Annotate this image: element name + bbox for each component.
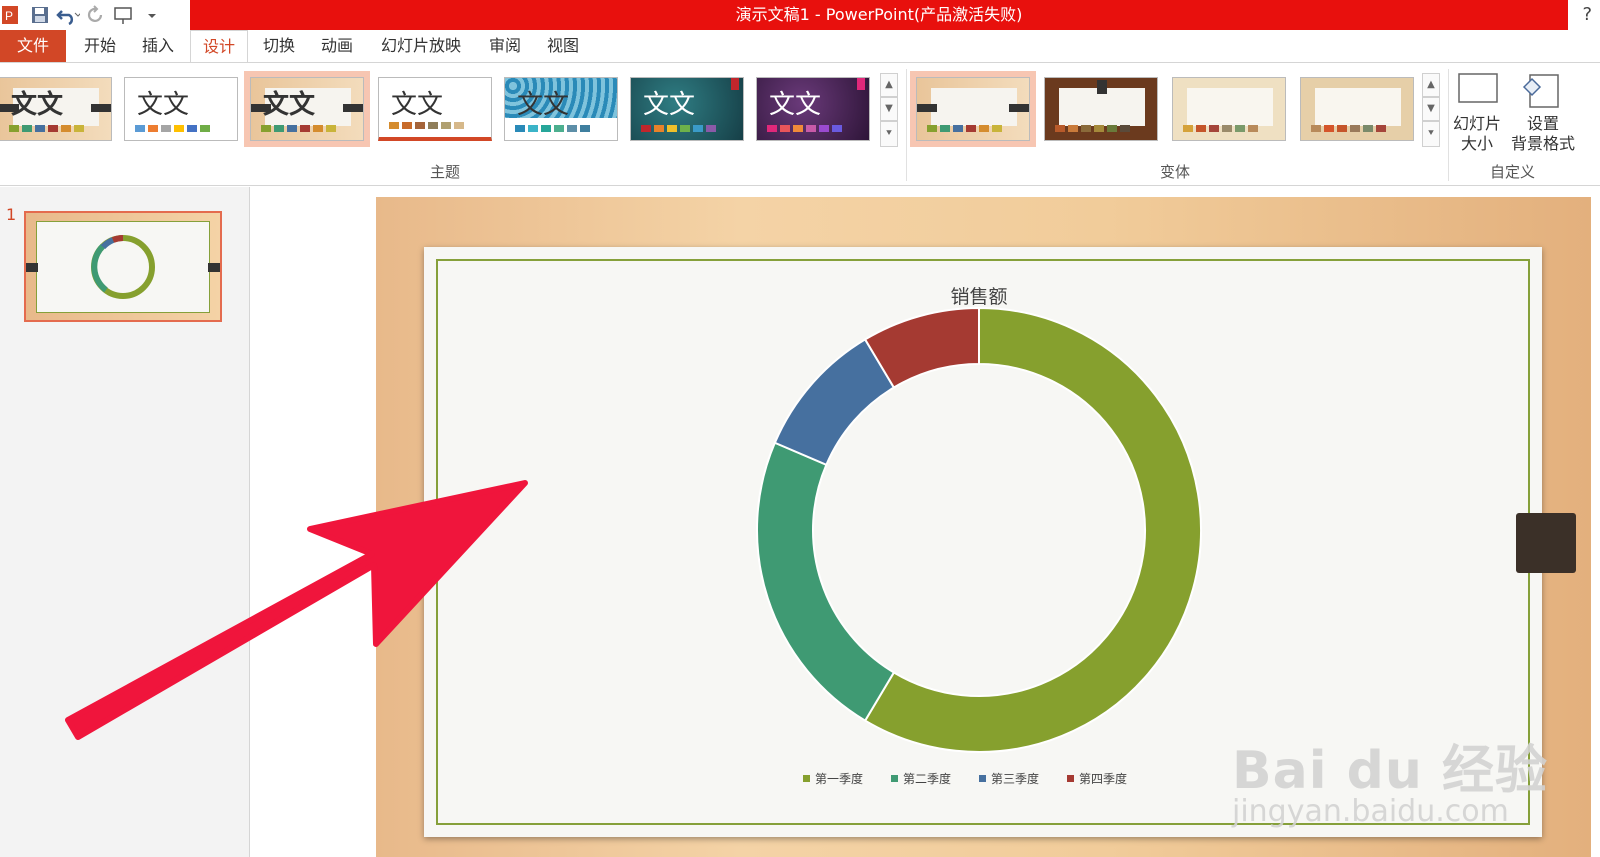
baidu-watermark: Bai du 经验 jingyan.baidu.com xyxy=(1232,728,1548,829)
theme-thumb-7[interactable]: 文文 xyxy=(756,77,870,141)
thumbnail-chart xyxy=(91,235,155,299)
window-title: 演示文稿1 - PowerPoint(产品激活失败) xyxy=(735,5,1023,24)
chart-title: 销售额 xyxy=(950,286,1007,308)
format-background-label-1: 设置 xyxy=(1526,114,1559,133)
ribbon: 文文 文文 文文 文文 文文 文文 文文 ▲ ▼ ⯆ 主题 ▲ ▼ ⯆ 变体 幻… xyxy=(0,62,1600,186)
watermark-logo: Bai du 经验 xyxy=(1232,741,1548,801)
slide-thumbnail-pane: 1 xyxy=(0,187,250,857)
variant-thumb-1[interactable] xyxy=(910,71,1036,147)
theme-thumb-6[interactable]: 文文 xyxy=(630,77,744,141)
donut-slice-2[interactable] xyxy=(756,441,896,722)
theme-thumb-text: 文文 xyxy=(137,90,190,120)
tab-insert[interactable]: 插入 xyxy=(140,30,176,62)
tab-view[interactable]: 视图 xyxy=(544,30,582,62)
variant-more-icon[interactable]: ⯆ xyxy=(1422,121,1440,147)
tab-animations[interactable]: 动画 xyxy=(318,30,356,62)
tape-decoration xyxy=(1516,513,1576,573)
theme-thumb-5[interactable]: 文文 xyxy=(504,77,618,141)
group-label-variants: 变体 xyxy=(1160,163,1191,181)
variant-scroll-up-icon[interactable]: ▲ xyxy=(1422,73,1440,97)
tab-transitions[interactable]: 切换 xyxy=(260,30,298,62)
theme-thumb-1[interactable]: 文文 xyxy=(0,77,112,141)
slide-number: 1 xyxy=(6,205,17,224)
group-separator xyxy=(1448,69,1449,181)
group-label-themes: 主题 xyxy=(430,163,461,181)
ribbon-tabs: 文件 开始 插入 设计 切换 动画 幻灯片放映 审阅 视图 xyxy=(0,30,1600,63)
powerpoint-icon[interactable]: P xyxy=(0,3,24,27)
gallery-scroll-up-icon[interactable]: ▲ xyxy=(880,73,898,97)
format-background-label-2: 背景格式 xyxy=(1510,134,1575,153)
quick-access-toolbar: P xyxy=(0,0,164,30)
legend-swatch-2 xyxy=(891,775,898,782)
theme-thumb-text: 文文 xyxy=(769,90,822,120)
variant-thumb-4[interactable] xyxy=(1300,77,1414,141)
tab-home[interactable]: 开始 xyxy=(82,30,118,62)
slide-size-button[interactable]: 幻灯片 大小 xyxy=(1452,69,1502,153)
legend-swatch-3 xyxy=(979,775,986,782)
slide-size-icon xyxy=(1458,73,1498,103)
undo-icon[interactable] xyxy=(56,3,80,27)
tab-review[interactable]: 审阅 xyxy=(486,30,524,62)
tab-design[interactable]: 设计 xyxy=(190,30,248,63)
variant-thumb-2[interactable] xyxy=(1044,77,1158,141)
legend-label-4: 第四季度 xyxy=(1079,771,1127,786)
format-background-button[interactable]: 设置 背景格式 xyxy=(1508,69,1578,153)
redo-icon[interactable] xyxy=(84,3,108,27)
watermark-url: jingyan.baidu.com xyxy=(1232,794,1509,829)
theme-thumb-text: 文文 xyxy=(263,90,316,120)
legend-label-2: 第二季度 xyxy=(903,771,951,786)
gallery-more-icon[interactable]: ⯆ xyxy=(880,121,898,147)
theme-thumb-text: 文文 xyxy=(517,90,570,120)
tab-file[interactable]: 文件 xyxy=(0,30,66,62)
slide-size-label-2: 大小 xyxy=(1460,134,1493,153)
theme-thumb-text: 文文 xyxy=(11,90,64,120)
title-bar: P 演示文稿1 - PowerPoint(产品激活失败) ? xyxy=(0,0,1600,30)
gallery-scroll-down-icon[interactable]: ▼ xyxy=(880,97,898,121)
variant-scroll-down-icon[interactable]: ▼ xyxy=(1422,97,1440,121)
customize-qat-icon[interactable] xyxy=(140,3,164,27)
theme-thumb-selected[interactable]: 文文 xyxy=(244,71,370,147)
legend-label-3: 第三季度 xyxy=(991,771,1039,786)
format-background-icon xyxy=(1522,74,1559,108)
theme-thumb-4[interactable]: 文文 xyxy=(378,77,492,141)
group-label-customize: 自定义 xyxy=(1490,163,1536,181)
save-icon[interactable] xyxy=(28,3,52,27)
slide-thumbnail[interactable] xyxy=(24,211,222,322)
start-slideshow-icon[interactable] xyxy=(112,3,136,27)
legend-label-1: 第一季度 xyxy=(815,771,863,786)
theme-thumb-text: 文文 xyxy=(643,90,696,120)
group-separator xyxy=(906,69,907,181)
slide-size-label-1: 幻灯片 xyxy=(1452,114,1501,133)
variant-thumb-3[interactable] xyxy=(1172,77,1286,141)
tab-slideshow[interactable]: 幻灯片放映 xyxy=(378,30,464,62)
help-button[interactable]: ? xyxy=(1582,4,1592,25)
legend-swatch-1 xyxy=(803,775,810,782)
theme-thumb-text: 文文 xyxy=(391,90,444,120)
svg-text:P: P xyxy=(5,9,13,23)
legend-swatch-4 xyxy=(1067,775,1074,782)
theme-thumb-2[interactable]: 文文 xyxy=(124,77,238,141)
